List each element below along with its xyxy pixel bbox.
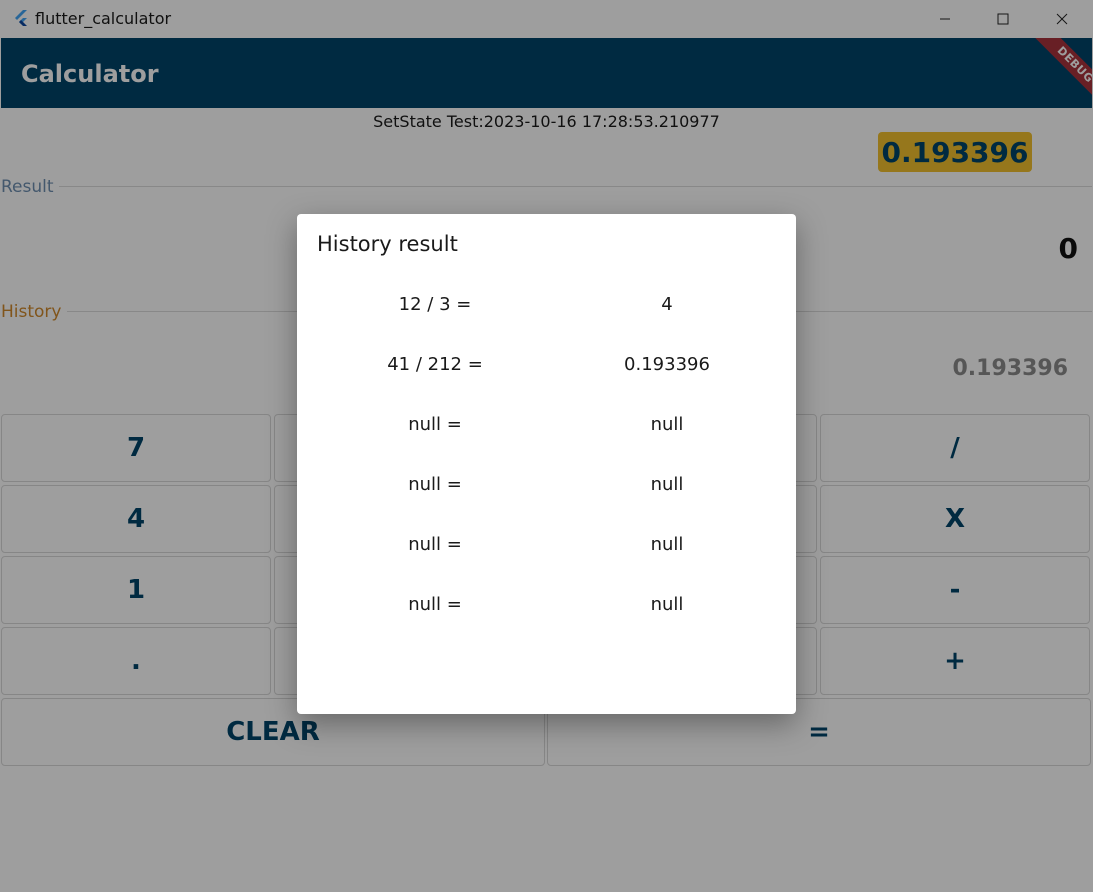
history-row: null = null <box>297 594 796 624</box>
history-result: 0.193396 <box>624 354 710 375</box>
history-expression: null = <box>408 414 462 435</box>
history-dialog: History result 12 / 3 = 4 41 / 212 = 0.1… <box>297 214 796 714</box>
history-row: null = null <box>297 414 796 444</box>
history-result: null <box>650 534 684 555</box>
history-expression: null = <box>408 534 462 555</box>
history-result: null <box>650 594 684 615</box>
dialog-title: History result <box>317 232 458 256</box>
history-expression: 12 / 3 = <box>398 294 472 315</box>
history-result: null <box>650 474 684 495</box>
history-result: 4 <box>661 294 673 315</box>
history-row: null = null <box>297 534 796 564</box>
history-row: null = null <box>297 474 796 504</box>
history-row: 41 / 212 = 0.193396 <box>297 354 796 384</box>
history-expression: null = <box>408 474 462 495</box>
history-expression: 41 / 212 = <box>387 354 483 375</box>
app-window: flutter_calculator Calculator DEBUG SetS… <box>0 0 1093 892</box>
history-expression: null = <box>408 594 462 615</box>
history-result: null <box>650 414 684 435</box>
history-row: 12 / 3 = 4 <box>297 294 796 324</box>
